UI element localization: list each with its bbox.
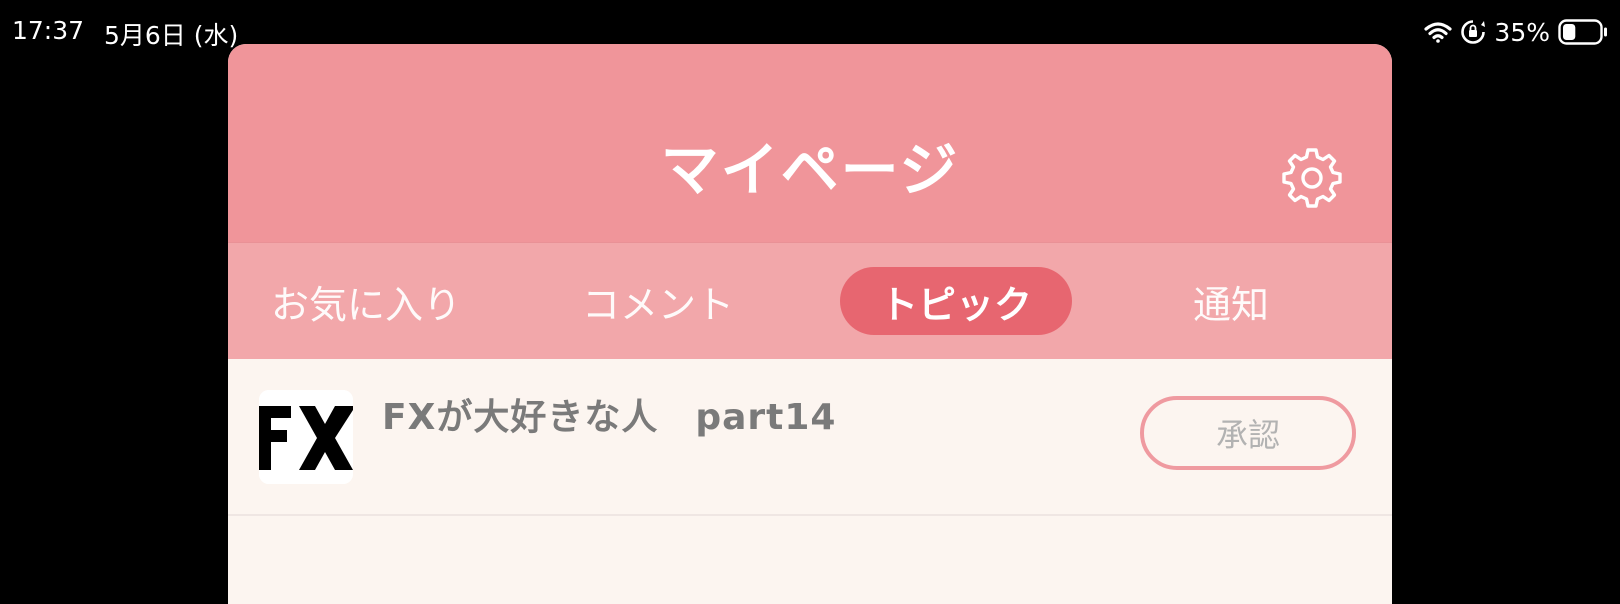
battery-icon (1558, 19, 1608, 45)
approve-button[interactable]: 承認 (1140, 396, 1356, 470)
topic-title: FXが大好きな人 part14 (382, 397, 837, 438)
tab-favorites[interactable]: お気に入り (248, 267, 484, 335)
topic-thumbnail (259, 390, 353, 484)
gear-icon (1282, 148, 1342, 208)
tab-notifications[interactable]: 通知 (1176, 267, 1286, 335)
status-time: 17:37 (12, 16, 85, 45)
list-item[interactable]: FXが大好きな人 part14 承認 (228, 358, 1392, 516)
tab-bar: お気に入り コメント トピック 通知 (228, 242, 1392, 359)
page-title: マイページ (660, 136, 960, 204)
battery-percent: 35% (1494, 17, 1550, 47)
app-sheet: マイページ お気に入り コメント トピック 通知 FXが大好きな人 part14… (228, 44, 1392, 604)
status-date: 5月6日 (水) (104, 21, 239, 50)
tab-comments[interactable]: コメント (568, 267, 748, 335)
settings-button[interactable] (1280, 144, 1344, 208)
wifi-icon (1424, 21, 1453, 43)
page-header: マイページ (228, 44, 1392, 242)
topic-list: FXが大好きな人 part14 承認 (228, 358, 1392, 604)
status-indicators: 35% (1424, 14, 1608, 50)
tab-topics[interactable]: トピック (840, 267, 1072, 335)
orientation-lock-icon (1460, 19, 1486, 45)
